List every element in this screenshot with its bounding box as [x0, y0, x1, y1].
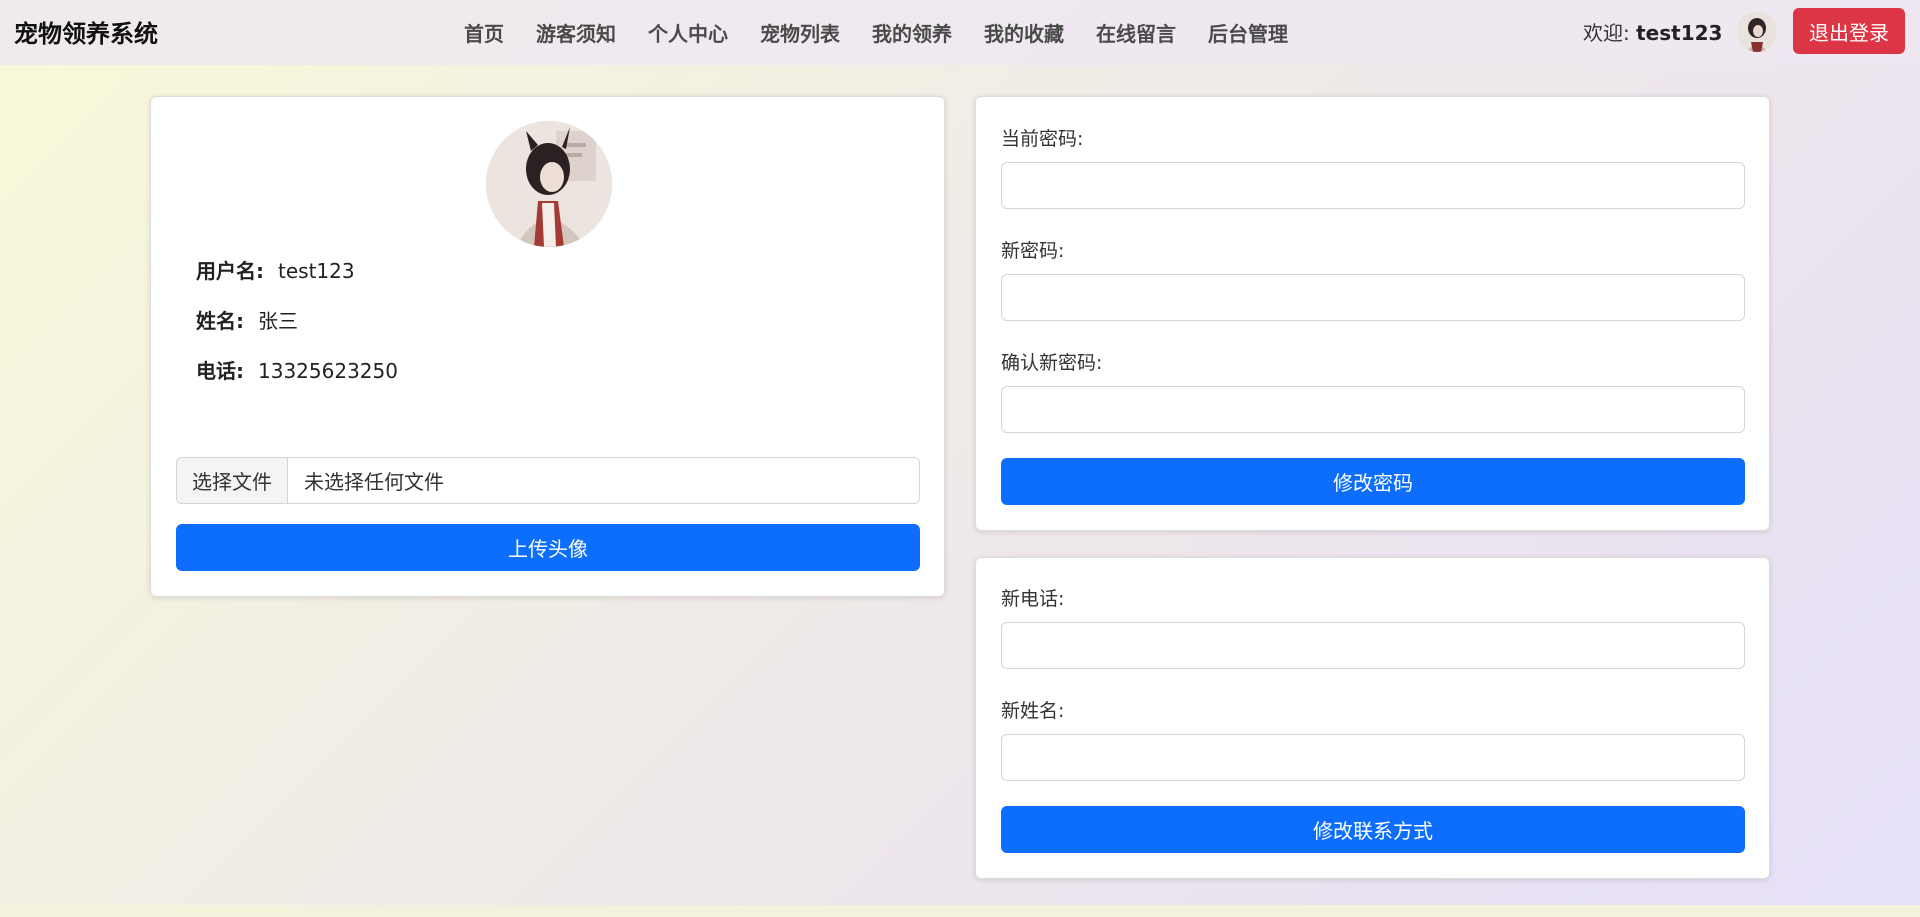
nav-link-pet-list[interactable]: 宠物列表	[760, 18, 840, 47]
user-avatar[interactable]	[1737, 12, 1777, 52]
nav-link-personal-center[interactable]: 个人中心	[648, 18, 728, 47]
username-row: 用户名: test123	[196, 255, 355, 284]
page-footer-strip	[0, 905, 1920, 917]
name-row: 姓名: 张三	[196, 305, 298, 334]
upload-avatar-button[interactable]: 上传头像	[176, 524, 920, 571]
phone-row: 电话: 13325623250	[196, 355, 398, 384]
avatar-image	[1737, 12, 1777, 52]
nav-link-visitor-notice[interactable]: 游客须知	[536, 18, 616, 47]
current-password-label: 当前密码:	[1001, 128, 1084, 150]
nav-link-admin[interactable]: 后台管理	[1208, 18, 1288, 47]
phone-label: 电话:	[196, 359, 244, 383]
site-brand[interactable]: 宠物领养系统	[14, 14, 158, 49]
username-label: 用户名:	[196, 259, 264, 283]
avatar-file-input[interactable]: 选择文件 未选择任何文件	[176, 457, 920, 504]
logout-button[interactable]: 退出登录	[1793, 8, 1905, 54]
top-navbar: 宠物领养系统 首页 游客须知 个人中心 宠物列表 我的领养 我的收藏 在线留言 …	[0, 0, 1920, 65]
confirm-password-label: 确认新密码:	[1001, 352, 1103, 374]
password-card: 当前密码: 新密码: 确认新密码: 修改密码	[975, 96, 1770, 531]
confirm-password-input[interactable]	[1001, 386, 1745, 433]
new-password-label: 新密码:	[1001, 240, 1065, 262]
welcome-username: test123	[1636, 21, 1723, 45]
new-name-label: 新姓名:	[1001, 700, 1065, 722]
nav-link-my-favorites[interactable]: 我的收藏	[984, 18, 1064, 47]
change-contact-button[interactable]: 修改联系方式	[1001, 806, 1745, 853]
new-name-input[interactable]	[1001, 734, 1745, 781]
new-phone-label: 新电话:	[1001, 588, 1065, 610]
nav-links: 首页 游客须知 个人中心 宠物列表 我的领养 我的收藏 在线留言 后台管理	[464, 18, 1320, 47]
nav-link-online-message[interactable]: 在线留言	[1096, 18, 1176, 47]
name-label: 姓名:	[196, 309, 244, 333]
nav-link-my-adoptions[interactable]: 我的领养	[872, 18, 952, 47]
current-password-input[interactable]	[1001, 162, 1745, 209]
profile-avatar-image	[486, 121, 612, 247]
nav-link-home[interactable]: 首页	[464, 18, 504, 47]
phone-value: 13325623250	[258, 359, 398, 383]
file-status-text: 未选择任何文件	[304, 470, 444, 494]
choose-file-button[interactable]: 选择文件	[177, 458, 288, 503]
new-password-input[interactable]	[1001, 274, 1745, 321]
new-phone-input[interactable]	[1001, 622, 1745, 669]
profile-card: 用户名: test123 姓名: 张三 电话: 13325623250 选择文件 未选…	[150, 96, 945, 597]
username-value: test123	[278, 259, 355, 283]
name-value: 张三	[258, 309, 298, 333]
profile-avatar	[486, 121, 612, 247]
contact-card: 新电话: 新姓名: 修改联系方式	[975, 557, 1770, 879]
welcome-text: 欢迎: test123	[1583, 17, 1722, 46]
change-password-button[interactable]: 修改密码	[1001, 458, 1745, 505]
welcome-prefix: 欢迎:	[1583, 21, 1630, 45]
